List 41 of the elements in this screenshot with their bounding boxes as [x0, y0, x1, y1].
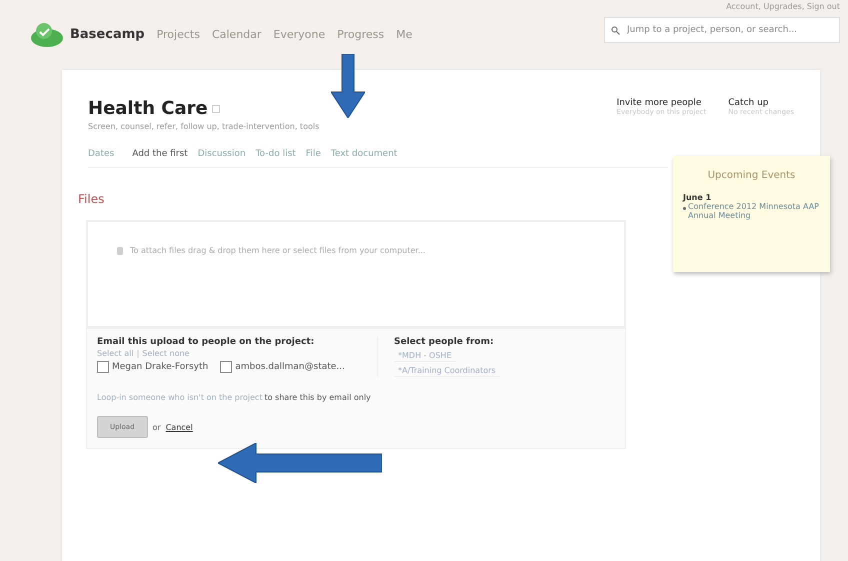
person-name: ambos.dallman@state... [235, 362, 345, 372]
email-heading: Email this upload to people on the project: [97, 337, 316, 347]
project-tab[interactable]: File [306, 149, 321, 159]
group-link[interactable]: *MDH - OSHE [394, 350, 456, 362]
groups-heading: Select people from: [394, 337, 494, 347]
down-arrow-annotation [331, 54, 365, 118]
project-tab[interactable]: Dates [88, 149, 114, 159]
project-tab[interactable]: Text document [330, 149, 398, 159]
drop-zone[interactable]: To attach files drag & drop them here or select files from your computer... [86, 220, 626, 328]
person-name: Megan Drake-Forsyth [112, 362, 208, 372]
nav-link[interactable]: Everyone [273, 28, 326, 40]
account-links[interactable]: Account, Upgrades, Sign out [726, 2, 840, 11]
cancel-link[interactable]: Cancel [166, 422, 193, 432]
events-title: Upcoming Events [706, 170, 796, 181]
select-none-link[interactable]: Select none [142, 349, 190, 358]
project-description: Screen, counsel, refer, follow up, trade-intervention, tools [88, 122, 320, 131]
loop-in-link[interactable]: Loop-in someone who isn't on the project [97, 393, 262, 402]
action-link[interactable]: Invite more people [616, 98, 706, 108]
cloud-logo-icon [30, 21, 64, 47]
nav-link[interactable]: Calendar [212, 28, 262, 40]
group-link[interactable]: *A/Training Coordinators [394, 365, 500, 377]
separator: | [136, 349, 140, 358]
app-name[interactable]: Basecamp [70, 26, 145, 42]
event-date: June 1 [683, 193, 712, 202]
project-tab[interactable]: Discussion [198, 149, 246, 159]
checkbox[interactable] [220, 361, 232, 373]
select-all-link[interactable]: Select all [97, 349, 134, 358]
project-title: Health Care [88, 98, 208, 119]
nav-link[interactable]: Projects [156, 28, 200, 40]
action-link[interactable]: Catch up [728, 98, 794, 108]
drop-hint: To attach files drag & drop them here or select files from your computer... [130, 246, 426, 255]
bullet-icon [683, 207, 686, 210]
nav-link[interactable]: Progress [337, 28, 384, 40]
project-tab[interactable]: To-do list [256, 149, 296, 159]
section-heading: Files [78, 192, 106, 206]
or-text: or [152, 422, 161, 432]
loop-in-note: to share this by email only [264, 393, 371, 402]
nav-link[interactable]: Me [396, 28, 412, 40]
project-tab[interactable]: Add the first [132, 149, 188, 159]
checkbox[interactable] [97, 361, 109, 373]
event-link[interactable]: Conference 2012 Minnesota AAP Annual Meeting [688, 202, 820, 220]
